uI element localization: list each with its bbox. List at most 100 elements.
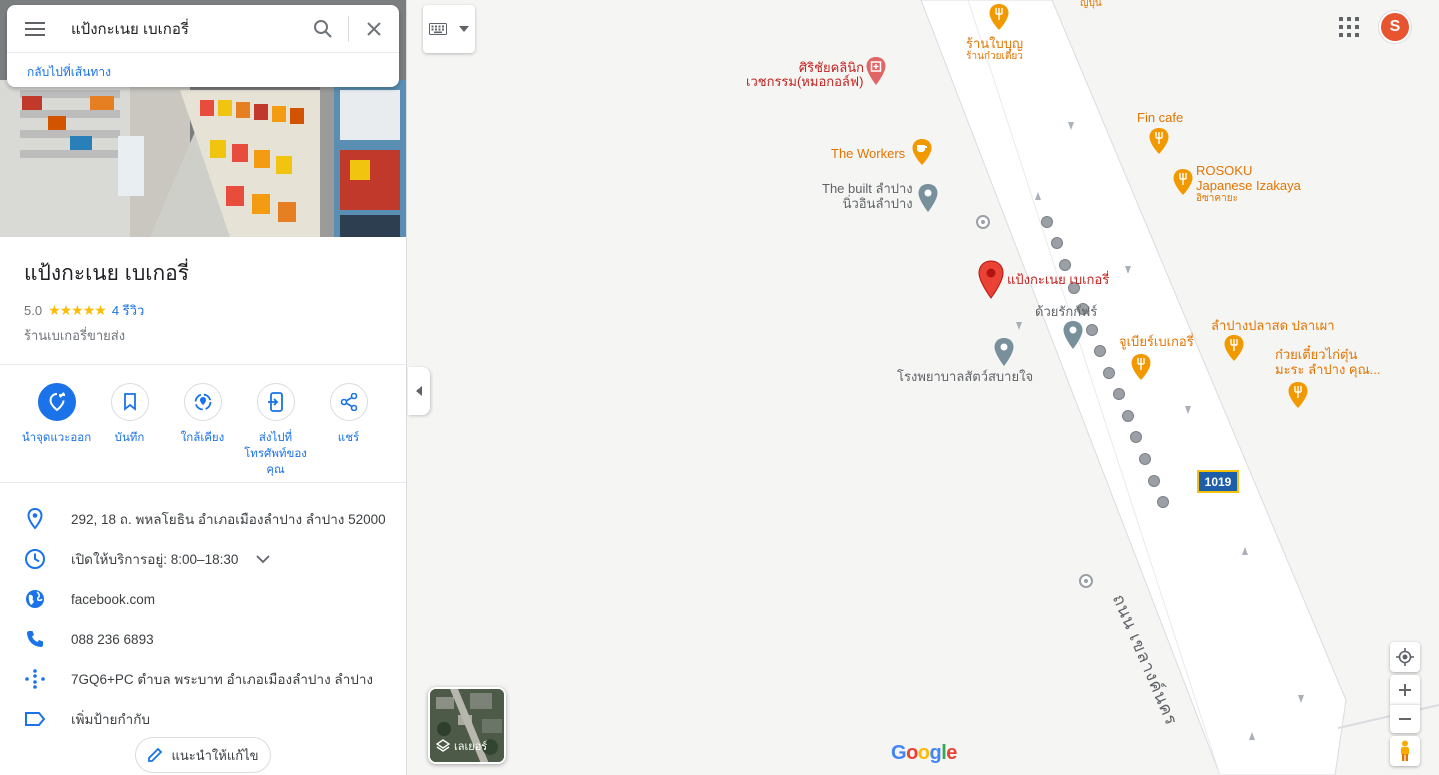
action-buttons: นำจุดแวะออก บันทึก ใกล้เคียง ส่งไปที่โทร… <box>0 365 406 482</box>
plus-code-icon <box>25 669 45 689</box>
plus-code-row[interactable]: 7GQ6+PC ตำบล พระบาท อำเภอเมืองลำปาง ลำปา… <box>0 659 406 699</box>
minus-icon <box>1399 718 1411 720</box>
zoom-out-button[interactable] <box>1390 704 1420 733</box>
remove-stop-label: นำจุดแวะออก <box>21 432 92 444</box>
location-pin-icon <box>27 508 43 530</box>
nearby-button[interactable]: ใกล้เคียง <box>166 383 239 482</box>
send-to-phone-icon <box>267 392 283 412</box>
logo-letter: e <box>946 742 957 764</box>
share-icon <box>340 393 357 411</box>
bookmark-icon <box>123 393 136 411</box>
close-button[interactable] <box>349 5 399 53</box>
chevron-down-icon[interactable] <box>256 554 270 564</box>
poi-clinic-line2[interactable]: เวชกรรม(หมอกอล์ฟ) <box>746 74 863 89</box>
save-button[interactable]: บันทึก <box>93 383 166 482</box>
restaurant-pin-icon[interactable] <box>988 3 1010 36</box>
poi-fin-cafe[interactable]: Fin cafe <box>1137 110 1183 125</box>
remove-stop-button[interactable]: นำจุดแวะออก <box>20 383 93 482</box>
poi-the-built[interactable]: The built ลำปาง นิ่วอินลำปาง <box>822 181 913 211</box>
pegman-icon <box>1401 740 1409 761</box>
poi-kuaytiew-line1: ก๋วยเตี๋ยวไก่ตุ๋น <box>1275 347 1358 362</box>
place-title: แป้งกะเนย เบเกอรี่ <box>24 262 190 285</box>
place-category[interactable]: ร้านเบเกอรี่ขายส่ง <box>0 321 406 346</box>
save-label: บันทึก <box>114 432 145 444</box>
logo-letter: o <box>917 742 930 764</box>
hours-text: เปิดให้บริการอยู่: 8:00–18:30 <box>71 552 239 567</box>
map-roads <box>408 0 1439 775</box>
place-pin-icon[interactable] <box>917 183 939 218</box>
restaurant-pin-icon[interactable] <box>1130 353 1152 386</box>
collapse-panel-button[interactable] <box>408 367 430 415</box>
label-icon <box>25 712 46 726</box>
add-label-row[interactable]: เพิ่มป้ายกำกับ <box>0 699 406 739</box>
poi-duayrak[interactable]: ด้วยรักกัฟร์ <box>1035 304 1097 319</box>
poi-jubiar[interactable]: จูเบียร์เบเกอรี่ <box>1119 334 1194 349</box>
address-text: 292, 18 ถ. พหลโยธิน อำเภอเมืองลำปาง ลำปา… <box>71 512 386 527</box>
poi-ranbaibun-name: ร้านใบบุญ <box>966 36 1024 51</box>
poi-japanese-label[interactable]: ญี่ปุ่น <box>1080 0 1102 11</box>
suggest-edit-button[interactable]: แนะนำให้แก้ไข <box>135 737 271 773</box>
reviews-link[interactable]: 4 รีวิว <box>112 300 144 321</box>
remove-stop-icon <box>48 392 65 412</box>
poi-rosoku-name-1: ROSOKU <box>1196 163 1253 178</box>
suggest-edit-label: แนะนำให้แก้ไข <box>171 747 259 763</box>
website-text: facebook.com <box>71 591 156 607</box>
add-label-text: เพิ่มป้ายกำกับ <box>71 712 150 727</box>
address-row[interactable]: 292, 18 ถ. พหลโยธิน อำเภอเมืองลำปาง ลำปา… <box>0 499 406 539</box>
restaurant-pin-icon[interactable] <box>1287 381 1309 414</box>
map-canvas[interactable]: ญี่ปุ่น ร้านใบบุญ ร้านก๋วยเตี๋ยว ศิริชัย… <box>408 0 1439 775</box>
input-tools-button[interactable] <box>423 5 475 53</box>
logo-letter: g <box>929 742 942 764</box>
phone-text: 088 236 6893 <box>71 631 154 647</box>
hours-row[interactable]: เปิดให้บริการอยู่: 8:00–18:30 <box>0 539 406 579</box>
google-logo: Google <box>891 742 957 765</box>
search-button[interactable] <box>298 5 348 53</box>
phone-row[interactable]: 088 236 6893 <box>0 619 406 659</box>
place-pin-icon[interactable] <box>1062 320 1084 355</box>
logo-letter: G <box>891 742 907 764</box>
globe-icon <box>26 590 44 608</box>
place-pin-icon[interactable] <box>993 337 1015 372</box>
layers-label: เลเยอร์ <box>436 737 487 755</box>
hospital-pin-icon[interactable] <box>865 56 887 91</box>
my-location-button[interactable] <box>1390 642 1420 672</box>
send-to-phone-label: ส่งไปที่โทรศัพท์ของคุณ <box>244 432 307 476</box>
share-label: แชร์ <box>337 432 360 444</box>
selected-place-pin-icon[interactable] <box>977 260 1005 305</box>
zoom-in-button[interactable] <box>1390 675 1420 704</box>
poi-the-workers[interactable]: The Workers <box>831 146 905 161</box>
plus-icon <box>1399 683 1411 696</box>
share-button[interactable]: แชร์ <box>312 383 385 482</box>
restaurant-pin-icon[interactable] <box>1172 168 1194 201</box>
selected-place-label[interactable]: แป้งกะเนย เบเกอรี่ <box>1007 272 1109 287</box>
search-input[interactable]: แป้งกะเนย เบเกอรี่ <box>63 17 298 41</box>
plus-code-text: 7GQ6+PC ตำบล พระบาท อำเภอเมืองลำปาง ลำปา… <box>71 672 374 687</box>
poi-rosoku[interactable]: ROSOKU Japanese Izakaya อิซาคายะ <box>1196 163 1301 205</box>
nearby-icon <box>194 393 211 411</box>
place-panel: แป้งกะเนย เบเกอรี่ กลับไปที่เส้นทาง แป้ง… <box>0 0 407 775</box>
poi-rosoku-type: อิซาคายะ <box>1196 193 1238 204</box>
back-to-directions-link[interactable]: กลับไปที่เส้นทาง <box>7 53 399 82</box>
dropdown-arrow-icon <box>459 26 469 32</box>
poi-lampang-plaza[interactable]: ลำปางปลาสด ปลาเผา <box>1211 318 1335 333</box>
restaurant-pin-icon[interactable] <box>1223 334 1245 367</box>
layers-button[interactable]: เลเยอร์ <box>428 687 506 764</box>
account-avatar[interactable]: S <box>1379 11 1411 43</box>
poi-vet[interactable]: โรงพยาบาลสัตว์สบายใจ <box>897 369 1033 384</box>
poi-kuaytiew[interactable]: ก๋วยเตี๋ยวไก่ตุ๋น มะระ ลำปาง คุณ... <box>1275 347 1381 377</box>
nearby-label: ใกล้เคียง <box>180 432 225 444</box>
poi-ranbaibun[interactable]: ร้านใบบุญ ร้านก๋วยเตี๋ยว <box>966 36 1023 63</box>
menu-button[interactable] <box>7 5 63 53</box>
search-icon <box>314 19 332 38</box>
clock-icon <box>25 549 45 569</box>
google-apps-icon[interactable] <box>1338 16 1360 38</box>
poi-clinic-line1[interactable]: ศิริชัยคลินิก <box>798 60 864 75</box>
logo-letter: o <box>906 742 918 764</box>
restaurant-pin-icon[interactable] <box>1148 127 1170 160</box>
website-row[interactable]: facebook.com <box>0 579 406 619</box>
cafe-pin-icon[interactable] <box>911 138 933 171</box>
send-to-phone-button[interactable]: ส่งไปที่โทรศัพท์ของคุณ <box>239 383 312 482</box>
close-icon <box>367 21 381 36</box>
hamburger-icon <box>25 21 45 36</box>
street-view-pegman[interactable] <box>1390 736 1420 766</box>
